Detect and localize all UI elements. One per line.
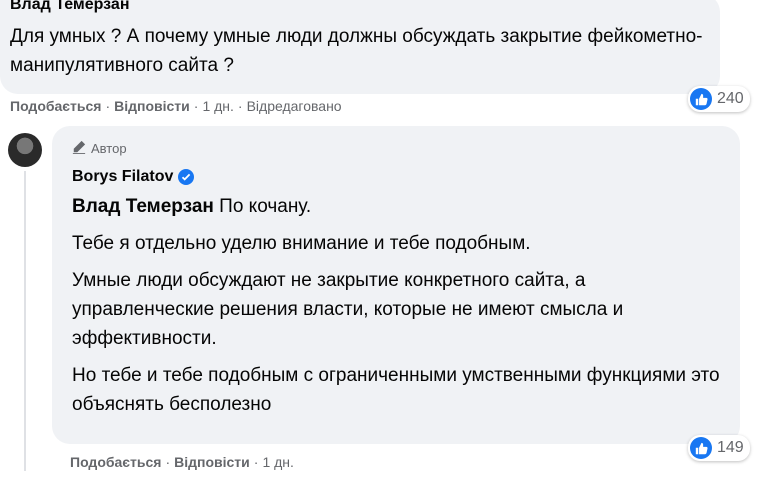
like-link[interactable]: Подобається <box>70 454 161 470</box>
reply-author-name[interactable]: Borys Filatov <box>72 168 173 186</box>
comment-author[interactable]: Влад Темерзан <box>10 0 129 14</box>
avatar[interactable] <box>8 133 42 167</box>
mention-link[interactable]: Влад Темерзан <box>72 196 214 217</box>
separator-dot: · <box>253 454 259 470</box>
reaction-count: 240 <box>717 90 744 107</box>
separator-dot: · <box>165 454 171 470</box>
reply-timestamp[interactable]: 1 дн. <box>262 454 293 470</box>
thumbs-up-icon <box>690 88 712 110</box>
reply-link[interactable]: Відповісти <box>114 98 190 114</box>
reply-first-line-text: По кочану. <box>213 196 312 217</box>
thumbs-up-icon <box>690 437 712 459</box>
separator-dot: · <box>237 98 243 114</box>
reply-link[interactable]: Відповісти <box>174 454 250 470</box>
separator-dot: · <box>193 98 199 114</box>
comment-bubble: Влад Темерзан Для умных ? А почему умные… <box>0 0 720 94</box>
reply-paragraph: Тебе я отдельно уделю внимание и тебе по… <box>72 233 531 254</box>
reaction-summary[interactable]: 240 <box>688 86 750 112</box>
pencil-icon <box>72 140 86 157</box>
thread-line <box>24 171 26 471</box>
reply-paragraph: Умные люди обсуждают не закрытие конкрет… <box>72 270 624 349</box>
comment-text: Для умных ? А почему умные люди должны о… <box>10 26 703 76</box>
edited-label: Відредаговано <box>246 98 342 114</box>
author-badge: Автор <box>72 140 127 157</box>
author-badge-label: Автор <box>91 141 127 156</box>
like-link[interactable]: Подобається <box>10 98 101 114</box>
comment-timestamp[interactable]: 1 дн. <box>202 98 233 114</box>
reaction-count: 149 <box>717 439 744 456</box>
reply-text: Влад Темерзан По кочану. Тебе я отдельно… <box>72 192 732 427</box>
reply-bubble: Автор Borys Filatov Влад Темерзан По коч… <box>52 126 740 444</box>
reply-first-line: Влад Темерзан По кочану. <box>72 192 732 221</box>
comment-actions: Подобається · Відповісти · 1 дн. · Відредагова… <box>10 98 342 114</box>
separator-dot: · <box>105 98 111 114</box>
reply-actions: Подобається · Відповісти · 1 дн. <box>70 454 294 470</box>
verified-badge-icon <box>178 169 195 185</box>
reply-author[interactable]: Borys Filatov <box>72 168 195 186</box>
reply-paragraph: Но тебе и тебе подобным с ограниченными … <box>72 365 720 415</box>
reaction-summary[interactable]: 149 <box>688 435 750 461</box>
